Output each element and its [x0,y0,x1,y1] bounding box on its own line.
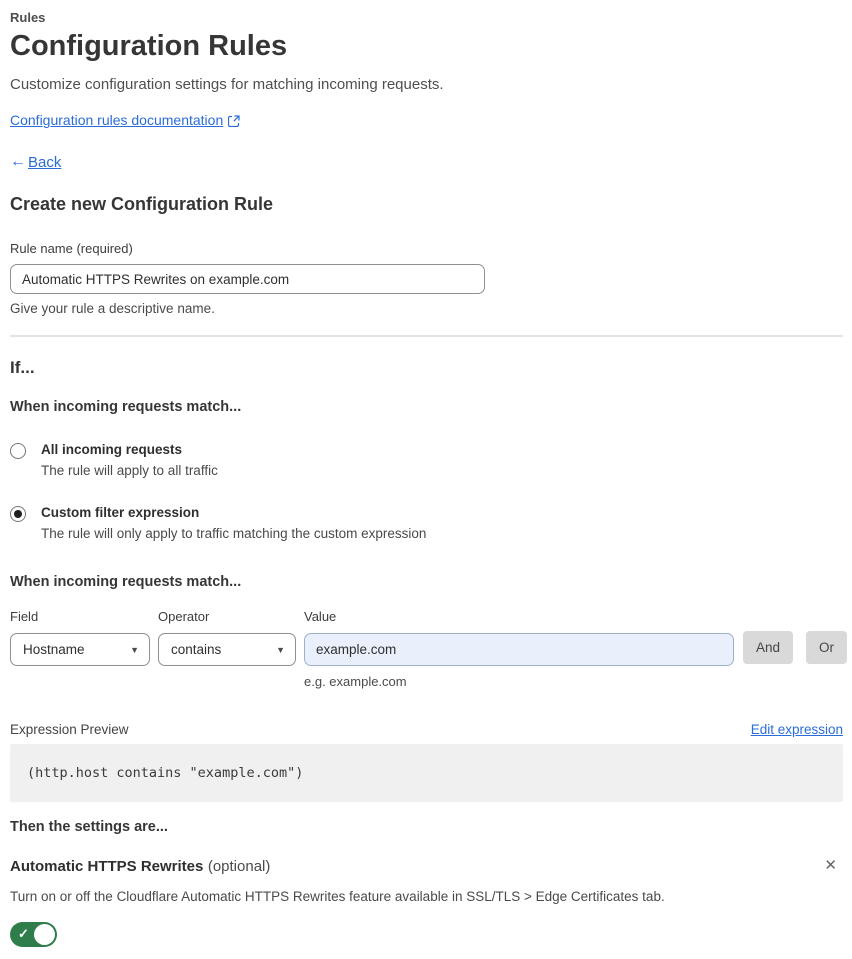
and-button[interactable]: And [743,631,794,664]
page-title: Configuration Rules [10,30,288,62]
value-hint: e.g. example.com [304,674,407,689]
back-arrow-icon: ← [10,153,26,170]
documentation-link[interactable]: Configuration rules documentation [10,112,223,128]
rule-name-help: Give your rule a descriptive name. [10,301,215,316]
operator-column: Operator contains ▼ [158,609,296,666]
radio-custom-filter-expression[interactable]: Custom filter expression The rule will o… [10,505,843,541]
radio-description: The rule will apply to all traffic [41,463,218,478]
expression-builder-heading: When incoming requests match... [10,574,242,590]
breadcrumb: Rules [10,10,46,25]
expression-preview-code: (http.host contains "example.com") [10,744,843,802]
back-link-label: Back [28,153,62,171]
section-divider [10,335,843,337]
chevron-down-icon: ▼ [130,644,139,655]
setting-name: Automatic HTTPS Rewrites [10,858,204,875]
incoming-requests-match-heading: When incoming requests match... [10,399,242,415]
value-label: Value [304,609,337,624]
create-rule-heading: Create new Configuration Rule [10,194,274,214]
setting-description: Turn on or off the Cloudflare Automatic … [10,889,665,904]
automatic-https-rewrites-toggle[interactable]: ✓ [10,922,57,947]
field-label: Field [10,609,39,624]
operator-select-value: contains [171,642,222,657]
value-column: Value e.g. example.com [304,609,734,689]
radio-description: The rule will only apply to traffic matc… [41,526,427,541]
check-icon: ✓ [18,926,29,941]
rule-name-input[interactable] [10,264,485,294]
field-column: Field Hostname ▼ [10,609,150,666]
radio-button-icon[interactable] [10,443,26,459]
chevron-down-icon: ▼ [276,644,285,655]
external-link-icon [228,114,240,128]
close-icon[interactable]: ✕ [824,858,837,873]
expression-preview-label: Expression Preview [10,722,129,737]
field-select-value: Hostname [23,642,85,657]
then-settings-heading: Then the settings are... [10,819,168,835]
operator-select[interactable]: contains ▼ [158,633,296,666]
operator-label: Operator [158,609,210,624]
toggle-knob [34,924,55,945]
radio-label: Custom filter expression [41,505,200,520]
rule-name-label: Rule name (required) [10,241,133,256]
radio-button-icon[interactable] [10,506,26,522]
radio-label: All incoming requests [41,442,183,457]
field-select[interactable]: Hostname ▼ [10,633,150,666]
or-button[interactable]: Or [806,631,848,664]
setting-optional-label: (optional) [207,858,271,875]
radio-all-incoming-requests[interactable]: All incoming requests The rule will appl… [10,442,843,478]
back-link[interactable]: ← Back [10,153,843,171]
setting-title: Automatic HTTPS Rewrites (optional) [10,858,270,876]
if-heading: If... [10,358,35,377]
configuration-rules-page: Rules Configuration Rules Customize conf… [0,0,852,959]
value-input[interactable] [304,633,734,666]
page-subtitle: Customize configuration settings for mat… [10,76,444,93]
edit-expression-link[interactable]: Edit expression [751,722,843,737]
